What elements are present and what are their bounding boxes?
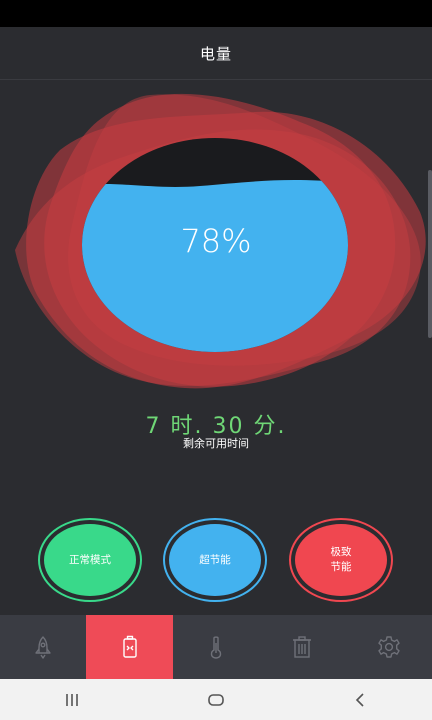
app-bar: 电量 [0, 27, 432, 80]
trash-icon [293, 636, 312, 658]
super-saving-mode-label: 超节能 [169, 524, 261, 596]
extreme-saving-mode-label: 极致 节能 [295, 524, 387, 596]
tab-temperature[interactable] [173, 615, 259, 679]
normal-mode-label: 正常模式 [44, 524, 136, 596]
system-navigation-bar [0, 679, 432, 720]
back-button[interactable] [288, 690, 432, 710]
bottom-tab-bar [0, 615, 432, 679]
extreme-saving-mode-button[interactable]: 极致 节能 [289, 518, 393, 602]
tab-battery[interactable] [86, 615, 173, 679]
home-button[interactable] [144, 690, 288, 710]
tab-clean[interactable] [259, 615, 345, 679]
page-title: 电量 [199, 44, 232, 63]
recent-apps-button[interactable] [0, 690, 144, 710]
thermometer-icon [210, 636, 222, 659]
back-icon [355, 692, 364, 707]
home-icon [208, 693, 224, 706]
remaining-time-caption: 剩余可用时间 [183, 437, 249, 450]
super-saving-mode-button[interactable]: 超节能 [163, 518, 267, 602]
tab-boost[interactable] [0, 615, 86, 679]
normal-mode-button[interactable]: 正常模式 [38, 518, 142, 602]
rocket-icon [35, 636, 51, 659]
battery-percentage: 78% [180, 222, 252, 260]
battery-icon [122, 635, 137, 658]
gear-icon [378, 636, 400, 658]
recent-apps-icon [66, 693, 78, 706]
status-bar [0, 0, 432, 27]
tab-settings[interactable] [346, 615, 432, 679]
